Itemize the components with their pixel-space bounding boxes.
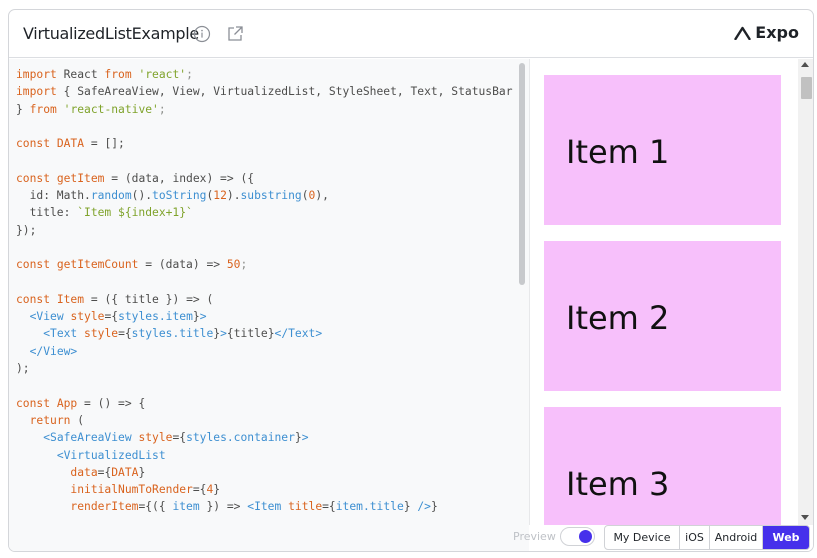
platform-selector: My Device iOS Android Web (604, 525, 810, 550)
preview-scrollbar-thumb[interactable] (801, 77, 812, 99)
scroll-down-arrow-icon[interactable] (801, 515, 809, 520)
list-item: Item 2 (544, 241, 781, 391)
code-line[interactable]: id: Math.random().toString(12).substring… (16, 187, 516, 204)
code-line[interactable] (16, 239, 516, 256)
list-item-label: Item 1 (566, 133, 670, 171)
open-external-icon[interactable] (227, 25, 244, 42)
expo-brand-label: Expo (755, 23, 799, 42)
preview-pane: Item 1 Item 2 Item 3 (529, 59, 813, 525)
preview-footer: Preview My Device iOS Android Web (513, 525, 813, 551)
code-line[interactable]: </View> (16, 343, 516, 360)
code-editor[interactable]: import React from 'react'; import { SafeA… (9, 59, 529, 551)
code-line[interactable]: initialNumToRender={4} (16, 481, 516, 498)
code-line[interactable]: <VirtualizedList (16, 447, 516, 464)
code-line[interactable]: <Text style={styles.title}>{title}</Text… (16, 325, 516, 342)
platform-tab-web[interactable]: Web (763, 526, 809, 549)
code-line[interactable]: return ( (16, 412, 516, 429)
list-item: Item 3 (544, 407, 781, 525)
code-line[interactable]: import { SafeAreaView, View, Virtualized… (16, 83, 516, 100)
code-line[interactable] (16, 377, 516, 394)
code-line[interactable]: const App = () => { (16, 395, 516, 412)
list-item: Item 1 (544, 75, 781, 225)
snack-title: VirtualizedListExample (23, 24, 199, 43)
code-line[interactable]: data={DATA} (16, 464, 516, 481)
code-line[interactable]: } from 'react-native'; (16, 101, 516, 118)
editor-scrollbar-thumb[interactable] (519, 63, 525, 285)
code-content[interactable]: import React from 'react'; import { SafeA… (16, 66, 516, 516)
preview-toggle-knob (579, 530, 592, 543)
code-line[interactable]: const DATA = []; (16, 135, 516, 152)
preview-scrollbar[interactable] (798, 59, 813, 525)
code-line[interactable]: import React from 'react'; (16, 66, 516, 83)
preview-toggle-label: Preview (513, 530, 556, 543)
snack-embed: VirtualizedListExample Expo import React… (8, 9, 814, 552)
scroll-up-arrow-icon[interactable] (801, 62, 809, 67)
list-item-label: Item 3 (566, 465, 670, 503)
code-line[interactable] (16, 118, 516, 135)
platform-tab-my-device[interactable]: My Device (605, 526, 680, 549)
code-line[interactable]: <View style={styles.item}> (16, 308, 516, 325)
platform-tab-android[interactable]: Android (710, 526, 763, 549)
list-item-label: Item 2 (566, 299, 670, 337)
code-line[interactable]: ); (16, 360, 516, 377)
code-line[interactable] (16, 274, 516, 291)
expo-logo-icon (734, 26, 751, 40)
header-bar: VirtualizedListExample Expo (9, 10, 813, 58)
code-line[interactable]: title: `Item ${index+1}` (16, 204, 516, 221)
code-line[interactable]: }); (16, 222, 516, 239)
platform-tab-ios[interactable]: iOS (680, 526, 710, 549)
code-line[interactable]: const getItemCount = (data) => 50; (16, 256, 516, 273)
info-icon[interactable] (193, 25, 211, 43)
preview-toggle[interactable] (560, 527, 595, 546)
code-line[interactable]: renderItem={({ item }) => <Item title={i… (16, 498, 516, 515)
code-line[interactable] (16, 152, 516, 169)
code-line[interactable]: const Item = ({ title }) => ( (16, 291, 516, 308)
expo-brand-link[interactable]: Expo (734, 23, 799, 42)
code-line[interactable]: const getItem = (data, index) => ({ (16, 170, 516, 187)
code-line[interactable]: <SafeAreaView style={styles.container}> (16, 429, 516, 446)
